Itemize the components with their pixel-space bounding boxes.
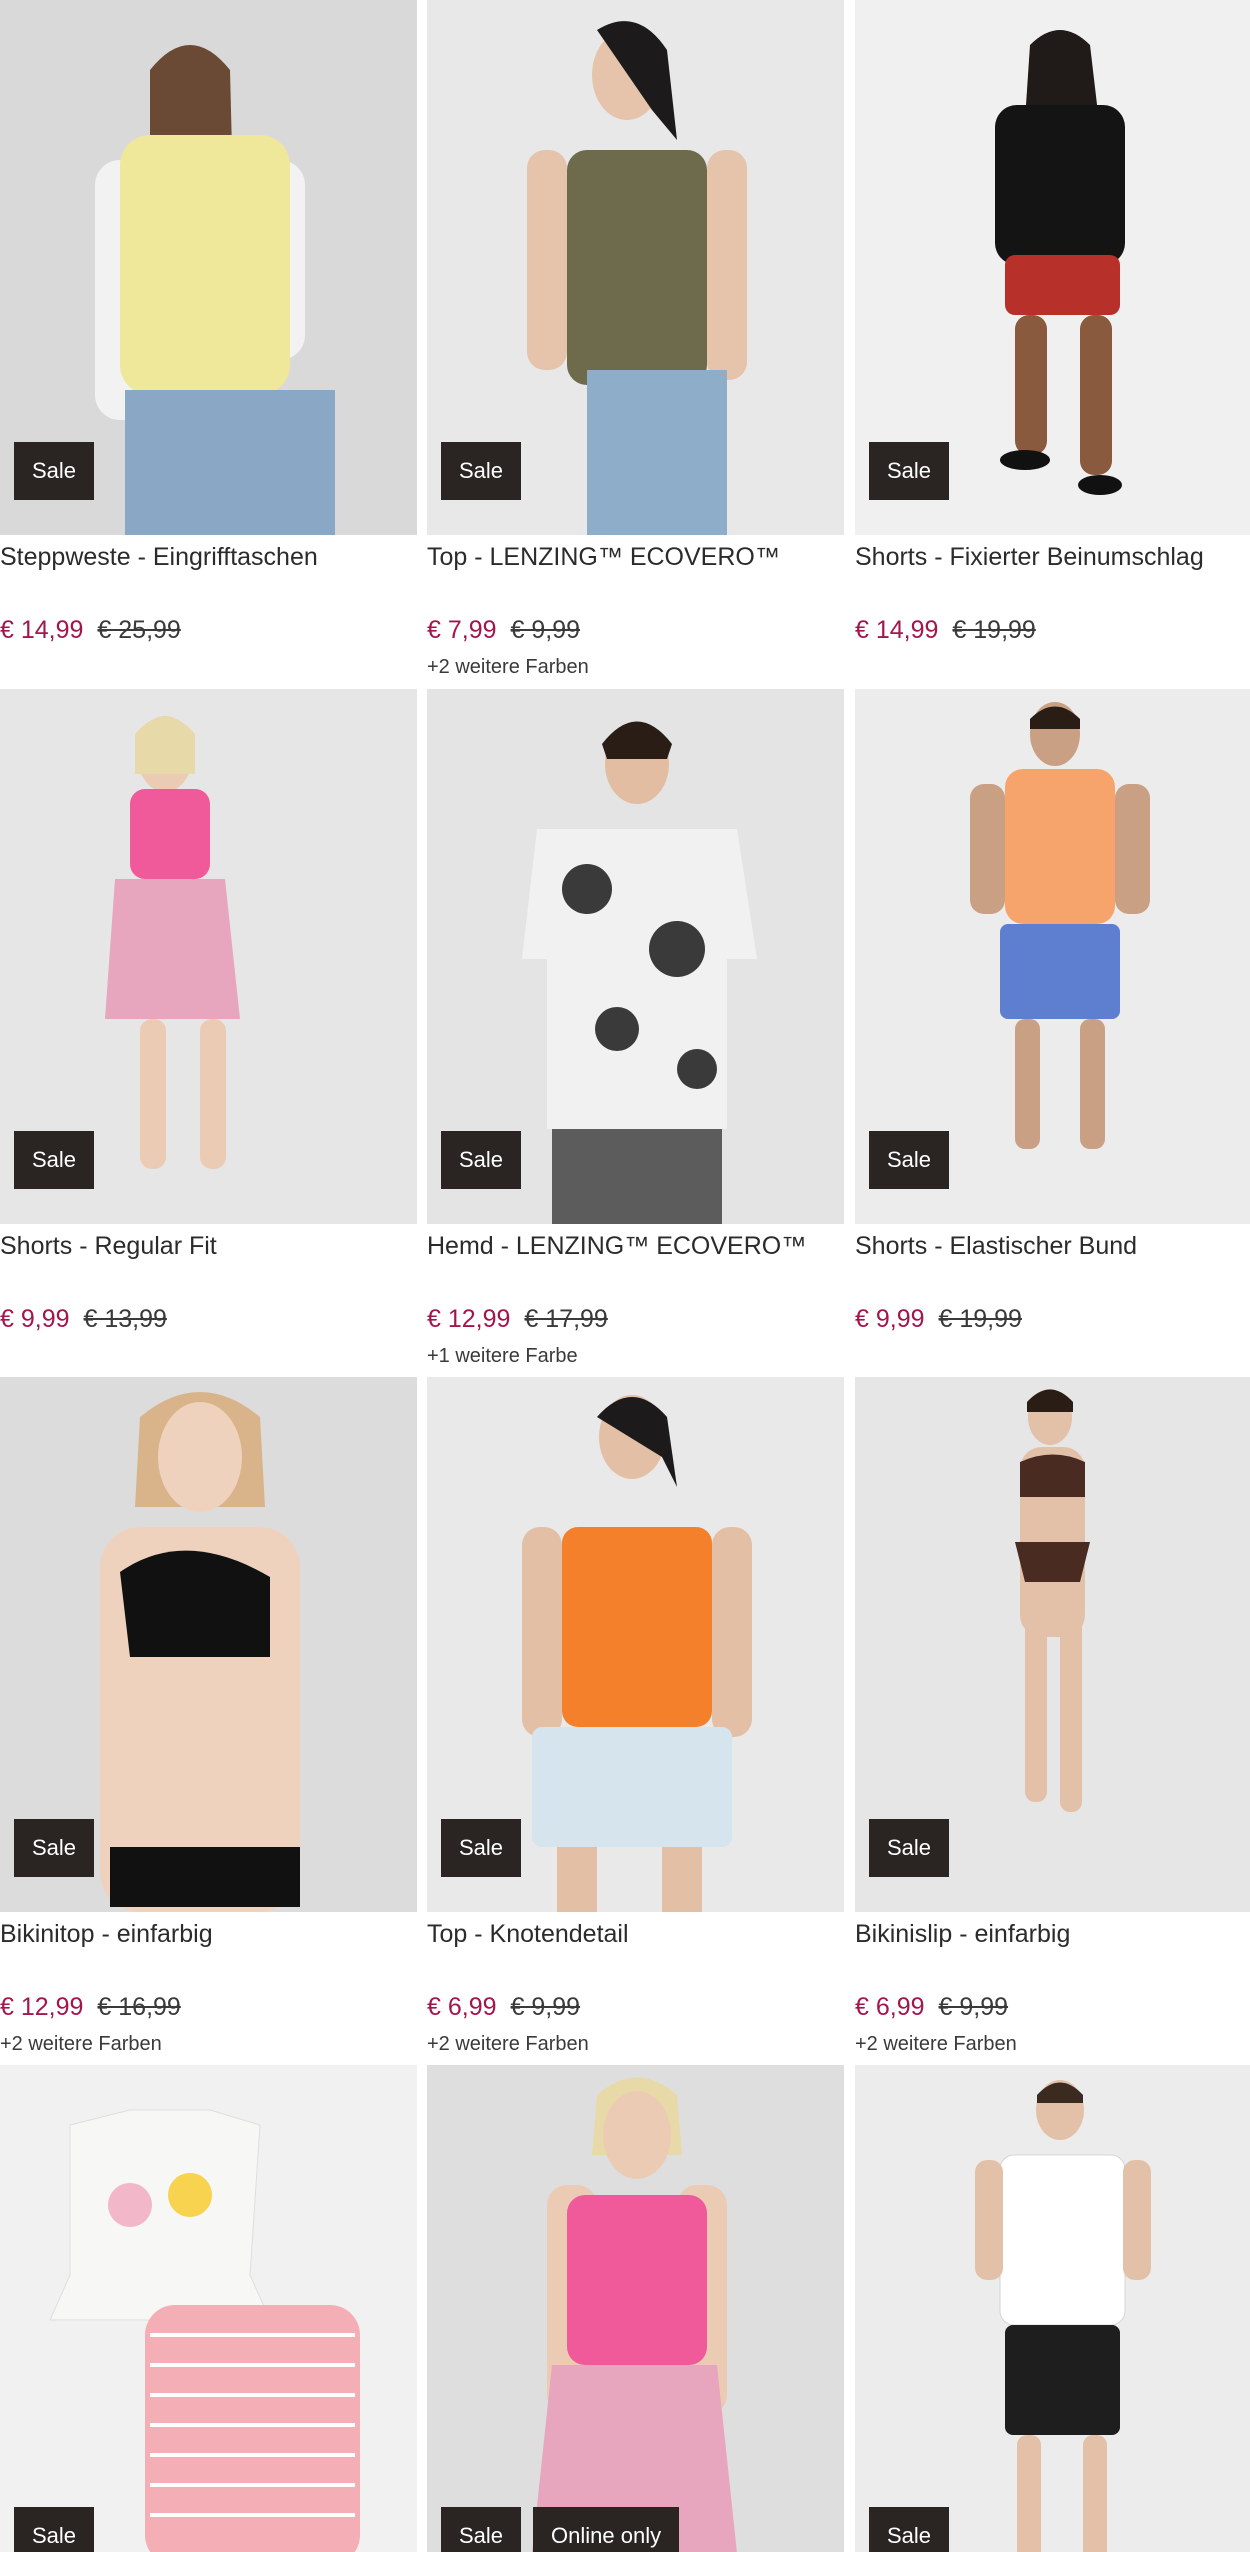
price-row: € 7,99 € 9,99 [427, 616, 580, 645]
product-title[interactable]: Shorts - Regular Fit [0, 1232, 417, 1261]
sale-price: € 9,99 [855, 1305, 925, 1333]
original-price: € 19,99 [952, 616, 1036, 644]
sale-badge: Sale [869, 442, 950, 500]
sale-price: € 9,99 [0, 1305, 70, 1333]
original-price: € 13,99 [83, 1305, 167, 1333]
product-title[interactable]: Bikinislip - einfarbig [855, 1920, 1250, 1949]
original-price: € 9,99 [510, 616, 581, 644]
more-colors[interactable]: +1 weitere Farbe [427, 1345, 578, 1368]
price-row: € 12,99 € 16,99 [0, 1993, 181, 2022]
product-title[interactable]: Shorts - Elastischer Bund [855, 1232, 1250, 1261]
badge-group: Sale [869, 1819, 950, 1877]
price-row: € 14,99 € 25,99 [0, 616, 181, 645]
sale-badge: Sale [441, 442, 522, 500]
product-photo [0, 2065, 417, 2552]
sale-badge: Sale [14, 1131, 95, 1189]
online-only-badge: Online only [533, 2507, 680, 2552]
product-title[interactable]: Hemd - LENZING™ ECOVERO™ [427, 1232, 844, 1261]
sale-badge: Sale [441, 2507, 522, 2552]
more-colors[interactable]: +2 weitere Farben [427, 656, 589, 679]
price-row: € 9,99 € 13,99 [0, 1305, 167, 1334]
badge-group: Sale [869, 1131, 950, 1189]
product-image[interactable]: Sale [855, 0, 1250, 535]
original-price: € 16,99 [97, 1993, 181, 2021]
sale-badge: Sale [14, 2507, 95, 2552]
sale-price: € 12,99 [427, 1305, 511, 1333]
price-row: € 6,99 € 9,99 [855, 1993, 1008, 2022]
sale-price: € 7,99 [427, 616, 497, 644]
badge-group: Sale [14, 1819, 95, 1877]
original-price: € 9,99 [510, 1993, 581, 2021]
more-colors[interactable]: +2 weitere Farben [855, 2033, 1017, 2056]
original-price: € 17,99 [524, 1305, 608, 1333]
badge-group: Sale Online only [441, 2507, 680, 2552]
original-price: € 25,99 [97, 616, 181, 644]
price-row: € 6,99 € 9,99 [427, 1993, 580, 2022]
product-image[interactable]: Sale [427, 689, 844, 1224]
sale-price: € 12,99 [0, 1993, 84, 2021]
price-row: € 12,99 € 17,99 [427, 1305, 608, 1334]
product-title[interactable]: Top - Knotendetail [427, 1920, 844, 1949]
original-price: € 19,99 [938, 1305, 1022, 1333]
badge-group: Sale [869, 2507, 950, 2552]
sale-badge: Sale [441, 1131, 522, 1189]
product-photo [855, 2065, 1250, 2552]
sale-badge: Sale [869, 1819, 950, 1877]
product-image[interactable]: Sale [855, 689, 1250, 1224]
sale-price: € 14,99 [0, 616, 84, 644]
product-image[interactable]: Sale [427, 1377, 844, 1912]
sale-badge: Sale [869, 1131, 950, 1189]
sale-price: € 14,99 [855, 616, 939, 644]
product-title[interactable]: Shorts - Fixierter Beinumschlag [855, 543, 1250, 572]
original-price: € 9,99 [938, 1993, 1009, 2021]
more-colors[interactable]: +2 weitere Farben [427, 2033, 589, 2056]
product-image[interactable]: Sale [855, 1377, 1250, 1912]
badge-group: Sale [14, 2507, 95, 2552]
product-photo [427, 2065, 844, 2552]
badge-group: Sale [441, 442, 522, 500]
sale-price: € 6,99 [855, 1993, 925, 2021]
product-image[interactable]: Sale [0, 2065, 417, 2552]
badge-group: Sale [869, 442, 950, 500]
sale-price: € 6,99 [427, 1993, 497, 2021]
sale-badge: Sale [441, 1819, 522, 1877]
sale-badge: Sale [14, 442, 95, 500]
badge-group: Sale [441, 1131, 522, 1189]
product-image[interactable]: Sale [0, 1377, 417, 1912]
sale-badge: Sale [869, 2507, 950, 2552]
product-title[interactable]: Top - LENZING™ ECOVERO™ [427, 543, 844, 572]
price-row: € 9,99 € 19,99 [855, 1305, 1022, 1334]
product-title[interactable]: Steppweste - Eingrifftaschen [0, 543, 417, 572]
product-image[interactable]: Sale Online only [427, 2065, 844, 2552]
product-image[interactable]: Sale [0, 689, 417, 1224]
product-title[interactable]: Bikinitop - einfarbig [0, 1920, 417, 1949]
product-image[interactable]: Sale [855, 2065, 1250, 2552]
price-row: € 14,99 € 19,99 [855, 616, 1036, 645]
badge-group: Sale [441, 1819, 522, 1877]
product-image[interactable]: Sale [427, 0, 844, 535]
badge-group: Sale [14, 442, 95, 500]
badge-group: Sale [14, 1131, 95, 1189]
sale-badge: Sale [14, 1819, 95, 1877]
product-image[interactable]: Sale [0, 0, 417, 535]
more-colors[interactable]: +2 weitere Farben [0, 2033, 162, 2056]
